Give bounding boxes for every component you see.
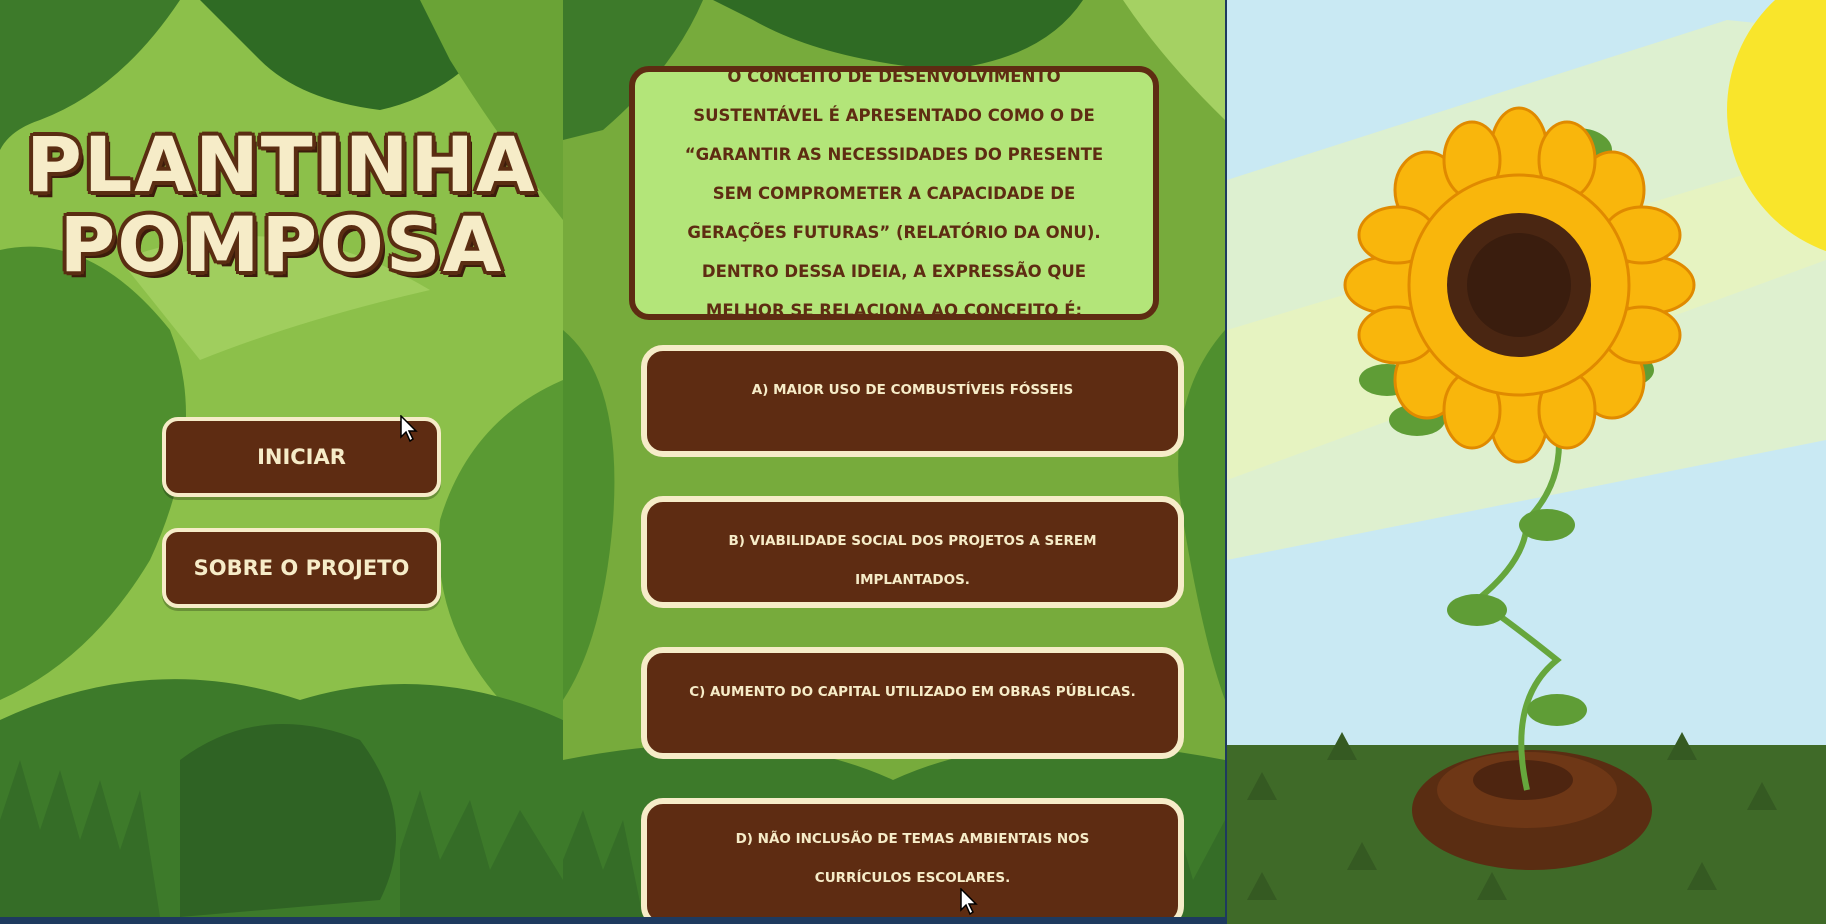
taskbar-strip: [0, 917, 1227, 924]
game-title-line2: POMPOSA: [59, 200, 504, 289]
game-title-line1: PLANTINHA: [26, 120, 537, 209]
answer-option-c[interactable]: C) AUMENTO DO CAPITAL UTILIZADO EM OBRAS…: [641, 647, 1184, 759]
cursor-icon: [400, 415, 418, 443]
answer-option-b[interactable]: B) VIABILIDADE SOCIAL DOS PROJETOS A SER…: [641, 496, 1184, 608]
answer-option-a[interactable]: A) MAIOR USO DE COMBUSTÍVEIS FÓSSEIS: [641, 345, 1184, 457]
plant-screen: [1227, 0, 1826, 924]
quiz-screen: O CONCEITO DE DESENVOLVIMENTO SUSTENTÁVE…: [563, 0, 1225, 917]
question-box: O CONCEITO DE DESENVOLVIMENTO SUSTENTÁVE…: [629, 66, 1159, 320]
cursor-icon: [960, 888, 978, 916]
menu-screen: PLANTINHA POMPOSA INICIAR SOBRE O PROJET…: [0, 0, 563, 917]
about-button[interactable]: SOBRE O PROJETO: [162, 528, 441, 608]
plant-scene: [1227, 0, 1826, 924]
answer-option-d[interactable]: D) NÃO INCLUSÃO DE TEMAS AMBIENTAIS NOS …: [641, 798, 1184, 917]
